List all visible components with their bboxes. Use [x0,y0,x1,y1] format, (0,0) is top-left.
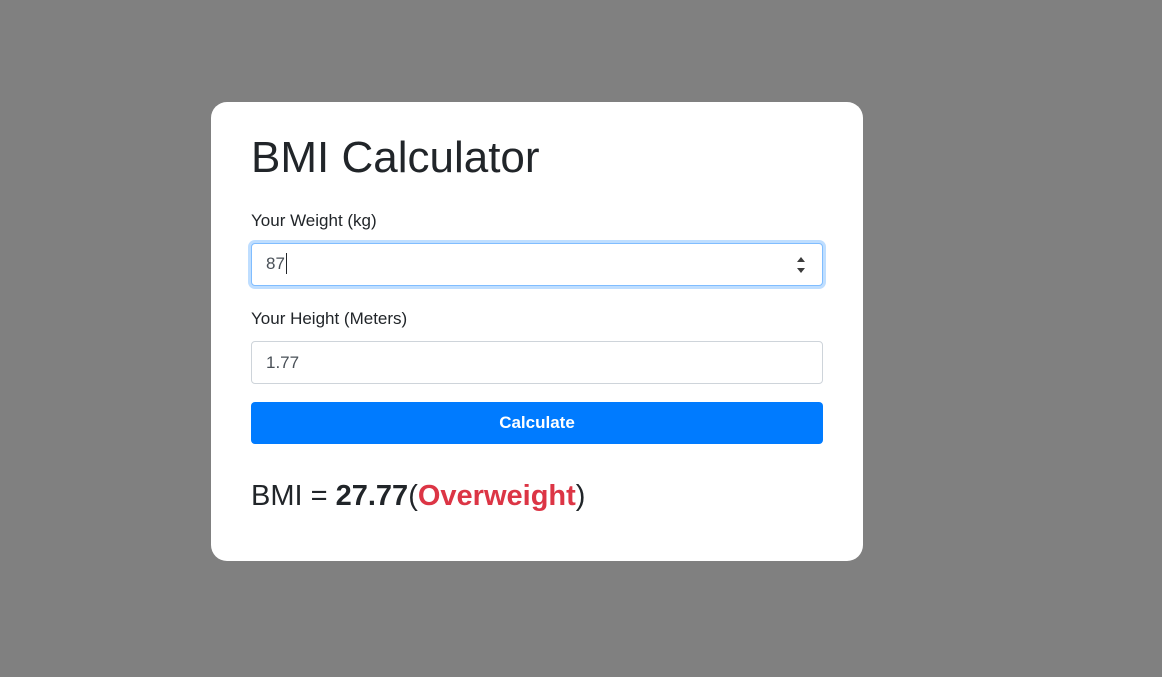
page-title: BMI Calculator [251,133,540,182]
bmi-value: 27.77 [335,480,409,512]
result-close-paren: ) [575,480,586,512]
weight-label: Your Weight (kg) [251,211,377,230]
bmi-result: BMI = 27.77(Overweight) [251,477,585,515]
spinner-down-icon[interactable] [797,267,805,273]
text-caret [285,253,287,274]
bmi-category: Overweight [417,480,576,512]
height-input[interactable]: 1.77 [251,341,823,384]
result-prefix: BMI = [251,480,336,512]
weight-value-text: 87 [266,253,285,273]
result-open-paren: ( [408,480,418,512]
height-label: Your Height (Meters) [251,309,408,328]
weight-input-value: 87 [266,253,794,275]
spinner-up-icon[interactable] [797,256,805,262]
calculate-button[interactable]: Calculate [251,402,823,444]
weight-input[interactable]: 87 [251,243,823,286]
number-spinner-icon[interactable] [794,254,808,276]
bmi-card: BMI Calculator Your Weight (kg) 87 Your … [211,102,863,561]
height-value-text: 1.77 [266,352,300,372]
